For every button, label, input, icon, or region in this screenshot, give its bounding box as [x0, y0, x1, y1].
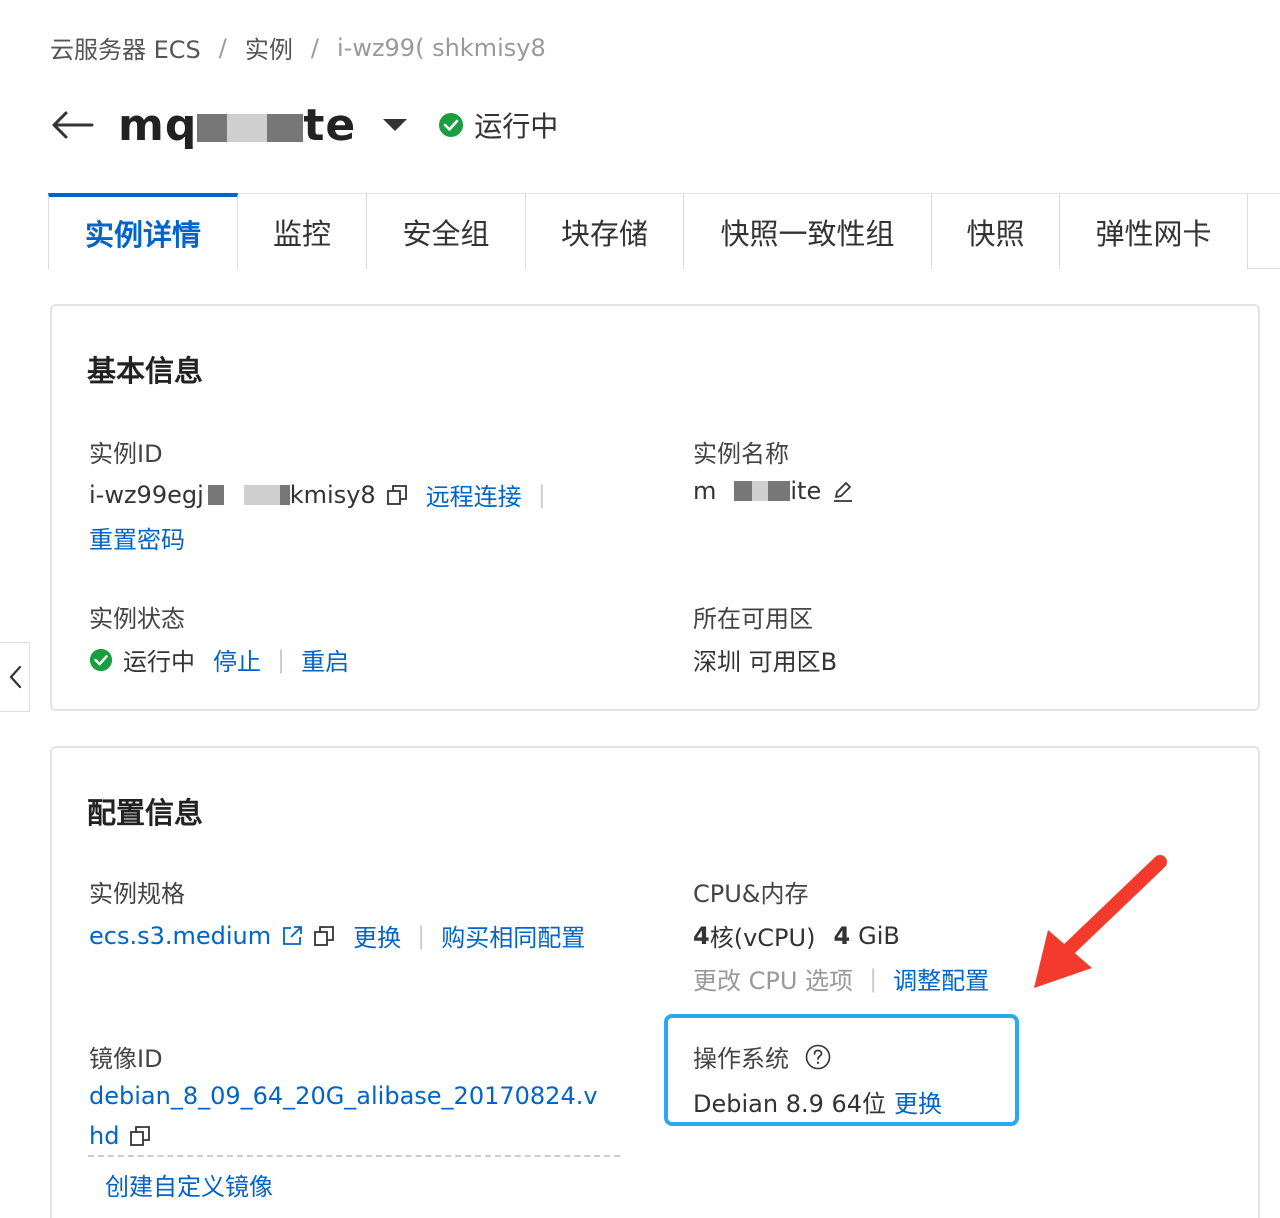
create-custom-image-link[interactable]: 创建自定义镜像: [105, 1167, 273, 1202]
chevron-left-icon: [9, 665, 21, 689]
redacted-block: [768, 481, 791, 501]
redacted-block: [734, 481, 753, 501]
basic-info-title: 基本信息: [87, 354, 204, 388]
change-cpu-options-link: 更改 CPU 选项: [693, 967, 854, 995]
instance-id-value: i-wz99egj kmisy8 远程连接 |: [89, 477, 562, 512]
image-id-line2: hd: [89, 1122, 151, 1150]
breadcrumb-instances[interactable]: 实例: [245, 30, 293, 65]
chevron-down-icon[interactable]: [382, 117, 408, 133]
breadcrumb-separator: /: [310, 33, 319, 62]
reset-password-link[interactable]: 重置密码: [89, 520, 185, 555]
image-id-label: 镜像ID: [89, 1045, 163, 1073]
config-info-title: 配置信息: [87, 796, 204, 830]
divider: |: [277, 645, 286, 674]
zone-value: 深圳 可用区B: [693, 648, 838, 676]
instance-id-start: i-wz99egj: [89, 480, 204, 509]
tab-monitoring[interactable]: 监控: [238, 194, 367, 269]
tab-snapshots[interactable]: 快照: [932, 194, 1060, 269]
instance-status-text: 运行中: [123, 648, 195, 676]
divider-dashed: [88, 1155, 620, 1157]
change-spec-link[interactable]: 更换: [353, 918, 401, 953]
page-title: mq te: [118, 100, 356, 151]
memory-value: 4: [833, 921, 851, 950]
divider: |: [537, 480, 546, 509]
buy-same-config-link[interactable]: 购买相同配置: [441, 918, 585, 953]
header-status-text: 运行中: [474, 110, 559, 143]
instance-status-label: 实例状态: [89, 605, 185, 633]
instance-spec-link[interactable]: ecs.s3.medium: [89, 922, 271, 950]
zone-label: 所在可用区: [693, 605, 813, 633]
instance-name-end: ite: [790, 477, 822, 505]
redacted-block: [267, 113, 304, 142]
check-circle-icon: [89, 648, 113, 671]
instance-spec-value: ecs.s3.medium 更换 | 购买相同配置: [89, 918, 585, 953]
redacted-block: [227, 113, 268, 142]
copy-icon[interactable]: [386, 484, 408, 506]
breadcrumb: 云服务器 ECS / 实例 / i-wz99( shkmisy8: [50, 30, 546, 65]
title-start: mq: [118, 99, 198, 151]
instance-name-label: 实例名称: [693, 440, 789, 468]
header-status: 运行中: [438, 105, 558, 145]
cpu-actions: 更改 CPU 选项 | 调整配置: [693, 961, 989, 996]
external-link-icon[interactable]: [281, 925, 303, 947]
image-id-line1: debian_8_09_64_20G_alibase_20170824.v: [89, 1082, 598, 1110]
tab-instance-details[interactable]: 实例详情: [48, 193, 238, 269]
restart-link[interactable]: 重启: [301, 642, 349, 677]
breadcrumb-separator: /: [218, 33, 227, 62]
tab-snapshot-consistency-group[interactable]: 快照一致性组: [684, 194, 932, 269]
tab-block-storage[interactable]: 块存储: [526, 194, 684, 269]
redacted-block: [197, 113, 228, 142]
instance-name-start: m: [693, 477, 717, 505]
edit-icon[interactable]: [831, 479, 855, 503]
cpu-memory-label: CPU&内存: [693, 880, 809, 908]
reset-password-row: 重置密码: [89, 520, 185, 555]
breadcrumb-current-instance: i-wz99( shkmisy8: [336, 33, 546, 62]
redacted-block: [243, 484, 280, 505]
instance-name-value: m ite: [693, 477, 855, 505]
image-id-link[interactable]: debian_8_09_64_20G_alibase_20170824.v: [89, 1082, 598, 1110]
tab-bar: 实例详情 监控 安全组 块存储 快照一致性组 快照 弹性网卡: [48, 193, 1280, 269]
instance-id-end: kmisy8: [289, 480, 376, 509]
sidebar-toggle[interactable]: [0, 642, 30, 712]
redacted-block: [279, 484, 290, 505]
copy-icon[interactable]: [129, 1125, 151, 1147]
copy-icon[interactable]: [313, 925, 335, 947]
check-circle-icon: [439, 113, 464, 137]
page-header: mq te 运行中: [50, 95, 558, 155]
stop-link[interactable]: 停止: [213, 642, 261, 677]
tab-elastic-nic[interactable]: 弹性网卡: [1060, 194, 1248, 269]
divider: |: [869, 964, 878, 993]
cpu-cores: 4: [693, 921, 710, 950]
instance-status-value: 运行中 停止 | 重启: [89, 642, 349, 677]
os-highlight-box: [664, 1014, 1019, 1126]
back-arrow-icon[interactable]: [50, 105, 96, 145]
image-id-link-continued[interactable]: hd: [89, 1122, 119, 1150]
title-end: te: [303, 99, 357, 151]
breadcrumb-ecs[interactable]: 云服务器 ECS: [50, 30, 201, 65]
memory-unit: GiB: [858, 921, 900, 950]
redacted-block: [752, 481, 769, 501]
red-arrow-icon: [1034, 855, 1167, 988]
instance-spec-label: 实例规格: [89, 880, 185, 908]
tab-security-group[interactable]: 安全组: [367, 194, 526, 269]
adjust-config-link[interactable]: 调整配置: [893, 961, 989, 996]
remote-connect-link[interactable]: 远程连接: [426, 477, 522, 512]
instance-id-label: 实例ID: [89, 440, 163, 468]
redacted-block: [207, 484, 224, 505]
cpu-unit: 核(vCPU): [709, 924, 816, 952]
cpu-memory-value: 4 核(vCPU) 4 GiB: [693, 918, 900, 953]
create-custom-image-row: 创建自定义镜像: [105, 1167, 273, 1202]
basic-info-card: 基本信息 实例ID i-wz99egj kmisy8 远程连接 | 重置密码 实…: [50, 304, 1260, 711]
divider: |: [417, 921, 426, 950]
